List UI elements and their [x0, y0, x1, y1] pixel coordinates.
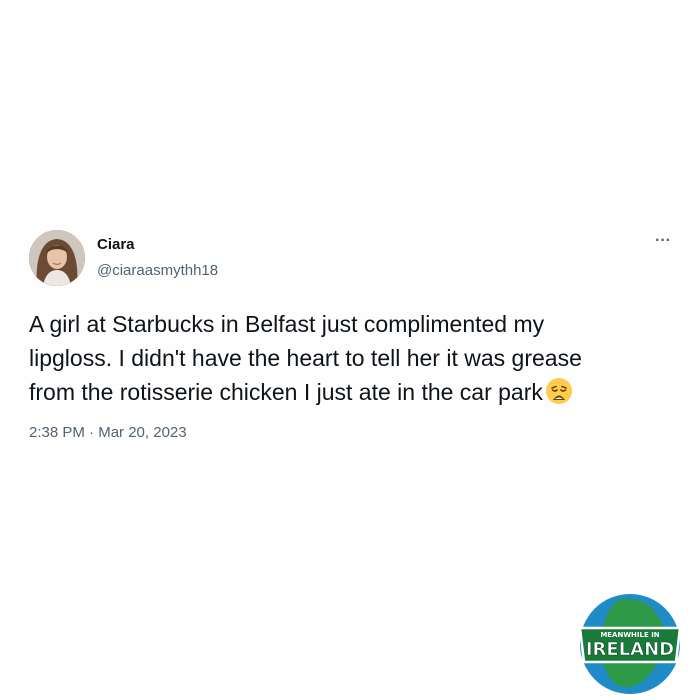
meta-separator: · [89, 424, 95, 441]
logo-main-text: IRELAND [586, 639, 674, 660]
tweet-time: 2:38 PM [29, 424, 85, 441]
weary-face-emoji [545, 378, 572, 404]
tweet-text: A girl at Starbucks in Belfast just comp… [29, 307, 679, 409]
author-name[interactable]: Ciara [97, 236, 135, 253]
avatar-photo [29, 230, 85, 286]
tweet-date: Mar 20, 2023 [98, 424, 187, 441]
tweet-body: A girl at Starbucks in Belfast just comp… [29, 311, 582, 405]
meanwhile-in-ireland-logo: MEANWHILE IN IRELAND [578, 594, 682, 694]
author-handle[interactable]: @ciaraasmythh18 [97, 262, 218, 279]
logo-top-text: MEANWHILE IN [600, 631, 659, 639]
tweet-timestamp[interactable]: 2:38 PM · Mar 20, 2023 [29, 424, 187, 441]
more-horizontal-icon[interactable]: ··· [655, 232, 671, 250]
avatar[interactable] [29, 230, 85, 286]
